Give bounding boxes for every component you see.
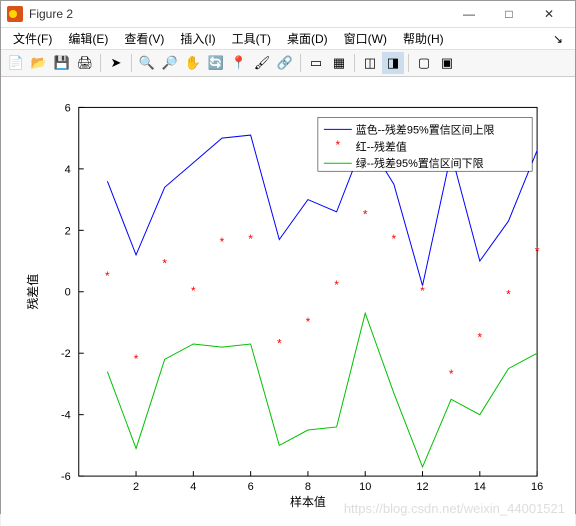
zoom-in-icon[interactable]: 🔍	[136, 52, 158, 74]
residual-marker: *	[161, 258, 168, 272]
maximize-button[interactable]: □	[489, 1, 529, 27]
new-figure-icon[interactable]: 📄	[5, 52, 27, 74]
y-tick-label: 2	[65, 225, 71, 237]
y-tick-label: 4	[65, 164, 71, 176]
menu-insert[interactable]: 插入(I)	[172, 28, 223, 49]
menu-view[interactable]: 查看(V)	[116, 28, 172, 49]
x-tick-label: 16	[531, 481, 543, 493]
toolbar: 📄 📂 💾 🖨 ➤ 🔍 🔎 ✋ 🔄 📍 🖌 🔗 ▭ ▦ ◫ ◨ ▢ ▣	[1, 50, 575, 77]
x-tick-label: 14	[474, 481, 486, 493]
residual-marker: *	[132, 353, 139, 367]
hide-tools-icon[interactable]: ▢	[413, 52, 435, 74]
x-axis-label: 样本值	[290, 494, 326, 509]
legend-marker-resid: *	[334, 139, 341, 153]
y-axis-label: 残差值	[25, 274, 40, 310]
layout-1-icon[interactable]: ◫	[359, 52, 381, 74]
x-tick-label: 8	[305, 481, 311, 493]
residual-marker: *	[534, 246, 541, 260]
menu-tools[interactable]: 工具(T)	[224, 28, 279, 49]
x-tick-label: 10	[359, 481, 371, 493]
legend-label-resid: 红--残差值	[356, 139, 407, 153]
menu-desktop[interactable]: 桌面(D)	[279, 28, 336, 49]
link-icon[interactable]: 🔗	[274, 52, 296, 74]
menubar: 文件(F) 编辑(E) 查看(V) 插入(I) 工具(T) 桌面(D) 窗口(W…	[1, 28, 575, 50]
minimize-button[interactable]: —	[449, 1, 489, 27]
colorbar-icon[interactable]: ▭	[305, 52, 327, 74]
y-tick-label: 0	[65, 287, 71, 299]
legend-label-lower: 绿--残差95%置信区间下限	[356, 156, 484, 170]
legend-icon[interactable]: ▦	[328, 52, 350, 74]
menu-help[interactable]: 帮助(H)	[395, 28, 452, 49]
menu-file[interactable]: 文件(F)	[5, 28, 60, 49]
titlebar: Figure 2 — □ ✕	[1, 1, 575, 28]
layout-2-icon[interactable]: ◨	[382, 52, 404, 74]
menu-edit[interactable]: 编辑(E)	[60, 28, 116, 49]
residual-marker: *	[419, 286, 426, 300]
separator	[100, 54, 101, 72]
x-tick-label: 12	[416, 481, 428, 493]
data-cursor-icon[interactable]: 📍	[228, 52, 250, 74]
save-icon[interactable]: 💾	[51, 52, 73, 74]
residual-marker: *	[362, 209, 369, 223]
residual-marker: *	[390, 234, 397, 248]
series-line	[107, 313, 537, 467]
x-tick-label: 2	[133, 481, 139, 493]
pointer-icon[interactable]: ➤	[105, 52, 127, 74]
y-tick-label: -6	[61, 471, 71, 483]
residual-marker: *	[505, 289, 512, 303]
y-tick-label: -4	[61, 410, 71, 422]
matlab-icon	[7, 6, 23, 22]
open-icon[interactable]: 📂	[28, 52, 50, 74]
show-tools-icon[interactable]: ▣	[436, 52, 458, 74]
close-button[interactable]: ✕	[529, 1, 569, 27]
pan-icon[interactable]: ✋	[182, 52, 204, 74]
x-tick-label: 4	[190, 481, 196, 493]
separator	[131, 54, 132, 72]
dock-button[interactable]: ↘	[545, 30, 571, 48]
residual-marker: *	[304, 316, 311, 330]
menu-window[interactable]: 窗口(W)	[336, 28, 395, 49]
chart-svg: 2 4 6 8 10 12 14 16 -6 -4 -2 0 2 4 6 样本值 残差值 * * * * * * * * * * * *…	[9, 85, 567, 518]
zoom-out-icon[interactable]: 🔎	[159, 52, 181, 74]
residual-marker: *	[476, 332, 483, 346]
residual-marker: *	[448, 369, 455, 383]
brush-icon[interactable]: 🖌	[251, 52, 273, 74]
residual-marker: *	[247, 234, 254, 248]
residual-marker: *	[276, 338, 283, 352]
residual-marker: *	[218, 237, 225, 251]
residual-marker: *	[104, 270, 111, 284]
residual-marker: *	[190, 286, 197, 300]
rotate-icon[interactable]: 🔄	[205, 52, 227, 74]
residual-marker: *	[333, 280, 340, 294]
x-tick-label: 6	[248, 481, 254, 493]
y-tick-label: -2	[61, 348, 71, 360]
figure-window: Figure 2 — □ ✕ 文件(F) 编辑(E) 查看(V) 插入(I) 工…	[0, 0, 576, 514]
separator	[354, 54, 355, 72]
separator	[300, 54, 301, 72]
legend-label-upper: 蓝色--残差95%置信区间上限	[356, 122, 495, 136]
separator	[408, 54, 409, 72]
plot-area: 2 4 6 8 10 12 14 16 -6 -4 -2 0 2 4 6 样本值 残差值 * * * * * * * * * * * *…	[1, 77, 575, 526]
y-tick-label: 6	[65, 102, 71, 114]
window-title: Figure 2	[29, 7, 449, 21]
print-icon[interactable]: 🖨	[74, 52, 96, 74]
